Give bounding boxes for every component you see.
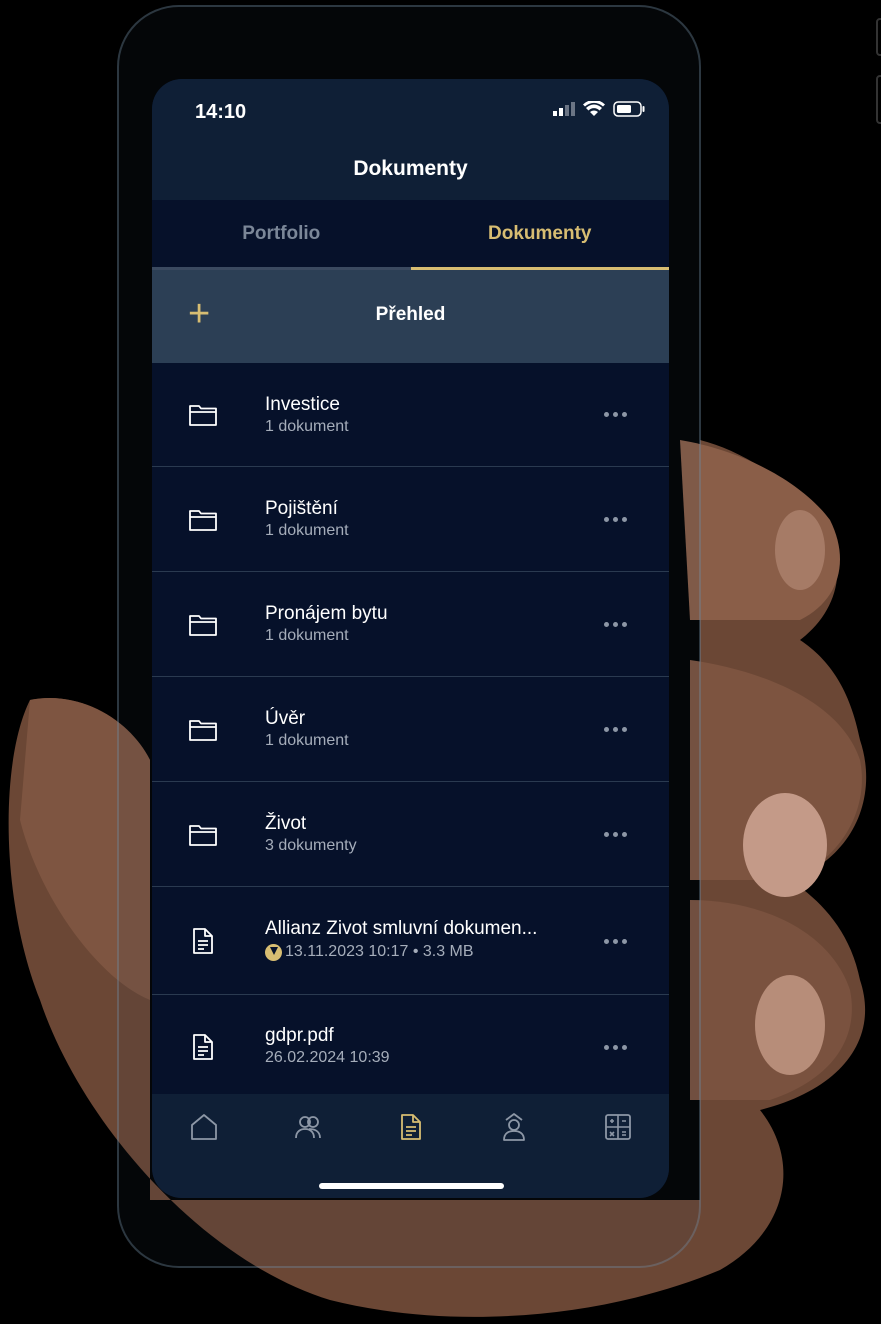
folder-icon: [189, 825, 217, 846]
folder-icon: [189, 720, 217, 741]
list-item[interactable]: Úvěr 1 dokument: [152, 677, 669, 782]
folder-icon: [189, 405, 217, 426]
more-icon[interactable]: [604, 936, 634, 946]
people-icon[interactable]: [293, 1112, 323, 1142]
folder-icon: [189, 510, 217, 531]
more-icon[interactable]: [604, 724, 634, 734]
advisor-icon[interactable]: [499, 1112, 529, 1142]
wifi-icon: [583, 101, 605, 116]
list-item[interactable]: Pronájem bytu 1 dokument: [152, 572, 669, 677]
item-name: Investice: [265, 394, 340, 415]
calculator-icon[interactable]: [603, 1112, 633, 1142]
item-name: gdpr.pdf: [265, 1025, 334, 1046]
side-button: [876, 75, 881, 124]
document-icon: [193, 928, 213, 954]
file-meta: 26.02.2024 10:39: [265, 1049, 390, 1066]
document-icon[interactable]: [396, 1112, 426, 1142]
file-meta: 13.11.2023 10:17 • 3.3 MB: [285, 943, 474, 960]
more-icon[interactable]: [604, 514, 634, 524]
list-item[interactable]: Allianz Zivot smluvní dokumen... 13.11.2…: [152, 887, 669, 995]
more-icon[interactable]: [604, 829, 634, 839]
list-item[interactable]: Život 3 dokumenty: [152, 782, 669, 887]
more-icon[interactable]: [604, 619, 634, 629]
list-item[interactable]: Investice 1 dokument: [152, 363, 669, 467]
more-icon[interactable]: [604, 409, 634, 419]
item-count: 1 dokument: [265, 732, 349, 749]
overview-bar: + Přehled: [152, 270, 669, 363]
status-time: 14:10: [195, 101, 247, 123]
overview-label: Přehled: [375, 304, 446, 325]
document-list: Investice 1 dokument Pojištění 1 dokumen…: [152, 363, 669, 1096]
document-icon: [193, 1034, 213, 1060]
item-name: Pronájem bytu: [265, 603, 388, 624]
more-icon[interactable]: [604, 1042, 634, 1052]
item-name: Pojištění: [265, 498, 338, 519]
list-item[interactable]: gdpr.pdf 26.02.2024 10:39: [152, 995, 669, 1096]
home-indicator: [319, 1183, 504, 1189]
side-button: [876, 18, 881, 56]
list-item[interactable]: Pojištění 1 dokument: [152, 467, 669, 572]
status-icons: [553, 101, 645, 117]
item-count: 1 dokument: [265, 627, 349, 644]
tab-dokumenty[interactable]: Dokumenty: [410, 200, 669, 270]
bottom-tab-bar: [152, 1094, 669, 1198]
tab-portfolio[interactable]: Portfolio: [152, 200, 411, 270]
item-meta: 13.11.2023 10:17 • 3.3 MB: [265, 943, 474, 961]
phone-screen: 14:10 Dokumenty Portfolio Dokumenty + Př…: [152, 79, 669, 1198]
item-name: Allianz Zivot smluvní dokumen...: [265, 918, 538, 939]
battery-icon: [613, 101, 645, 117]
item-count: 1 dokument: [265, 418, 349, 435]
item-count: 3 dokumenty: [265, 837, 357, 854]
item-name: Úvěr: [265, 708, 306, 729]
downloaded-icon: [265, 943, 282, 961]
page-title: Dokumenty: [353, 157, 468, 180]
home-icon[interactable]: [189, 1112, 219, 1142]
item-count: 1 dokument: [265, 522, 349, 539]
folder-icon: [189, 615, 217, 636]
item-name: Život: [265, 813, 307, 834]
signal-icon: [553, 102, 575, 116]
segment-tabs: Portfolio Dokumenty: [152, 200, 669, 270]
